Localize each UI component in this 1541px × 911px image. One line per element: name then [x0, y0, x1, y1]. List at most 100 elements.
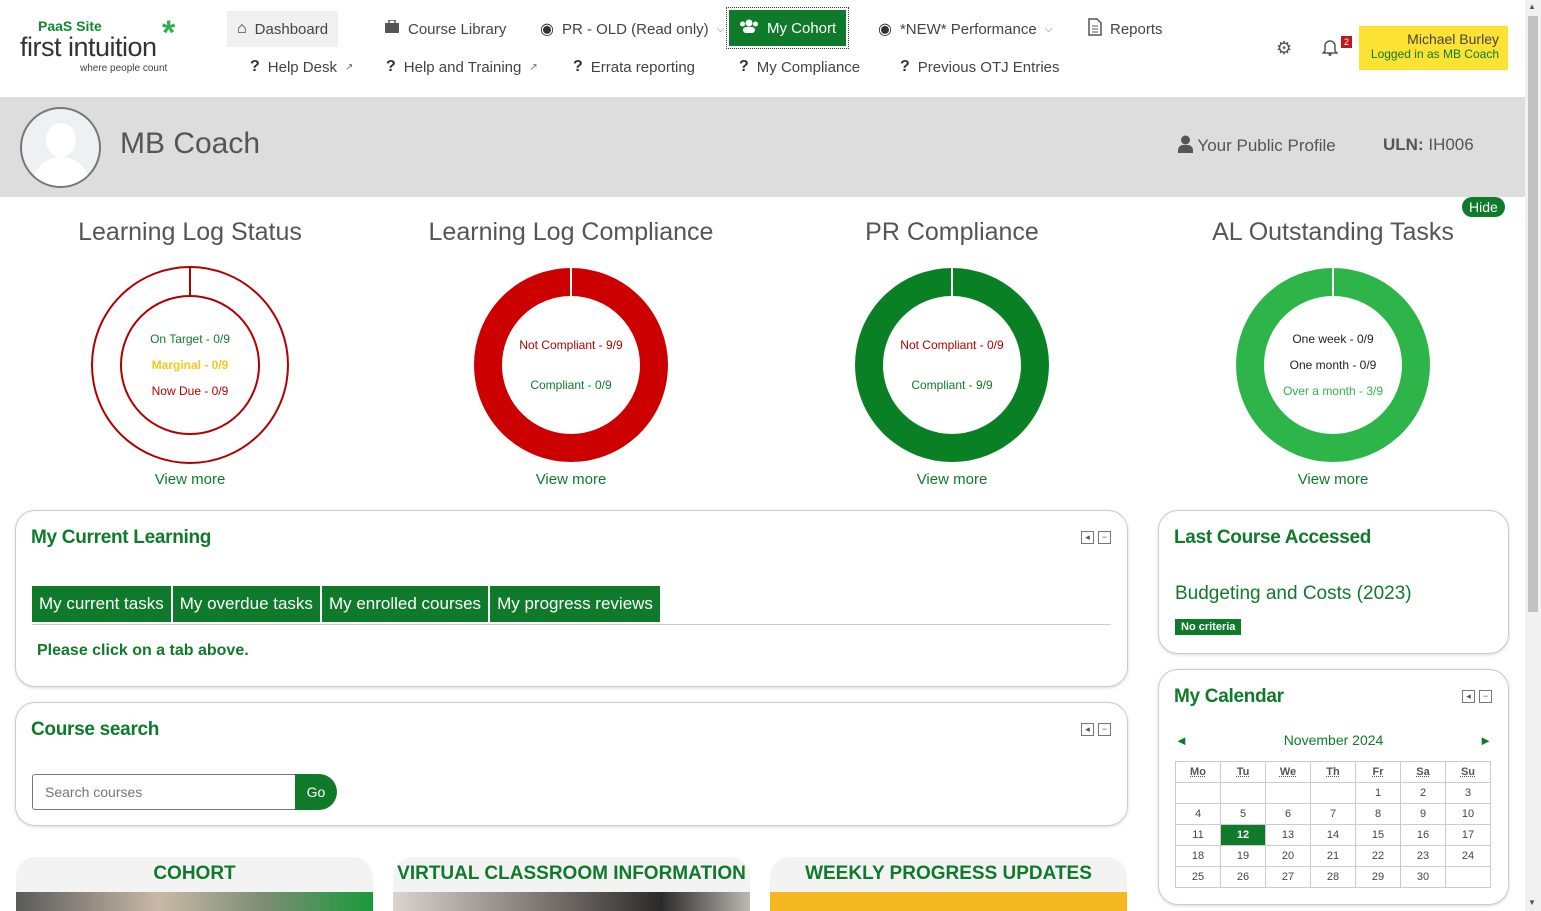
calendar-day[interactable]: 29 [1355, 866, 1401, 888]
calendar-day[interactable]: 10 [1445, 803, 1491, 825]
calendar-day[interactable]: 7 [1310, 803, 1356, 825]
calendar-day[interactable]: 19 [1220, 845, 1266, 867]
tab-current-tasks[interactable]: My current tasks [32, 586, 171, 622]
calendar-day[interactable]: 1 [1355, 782, 1401, 804]
donut-label: Compliant - 0/9 [530, 378, 612, 392]
nav-previous-otj[interactable]: ? Previous OTJ Entries [890, 49, 1070, 85]
calendar-day[interactable]: 22 [1355, 845, 1401, 867]
uln-label: ULN: [1383, 135, 1424, 154]
tile-virtual-classroom[interactable]: VIRTUAL CLASSROOM INFORMATION [393, 857, 750, 911]
calendar-day[interactable]: 5 [1220, 803, 1266, 825]
scroll-up-icon[interactable]: ▲ [1528, 2, 1536, 11]
calendar-day[interactable]: 14 [1310, 824, 1356, 846]
calendar-day[interactable]: 4 [1175, 803, 1221, 825]
prev-month-icon[interactable]: ◄ [1175, 733, 1188, 748]
calendar-day[interactable]: 27 [1265, 866, 1311, 888]
nav-help-training[interactable]: ? Help and Training ↗ [376, 49, 548, 85]
user-menu[interactable]: Michael Burley Logged in as MB Coach [1359, 26, 1508, 70]
donut-title: AL Outstanding Tasks [1212, 218, 1454, 246]
donut-chart: Not Compliant - 0/9 Compliant - 9/9 [852, 265, 1052, 465]
calendar-day[interactable]: 20 [1265, 845, 1311, 867]
scrollbar[interactable]: ▲ ▼ [1525, 0, 1541, 911]
tile-cohort[interactable]: COHORT [16, 857, 373, 911]
calendar-day[interactable]: 25 [1175, 866, 1221, 888]
calendar-day[interactable]: 15 [1355, 824, 1401, 846]
collapse-icon[interactable]: − [1098, 723, 1111, 736]
donut-label: Marginal - 0/9 [151, 358, 229, 372]
last-course-card: Last Course Accessed Budgeting and Costs… [1158, 510, 1509, 654]
calendar-day[interactable]: 16 [1400, 824, 1446, 846]
tab-enrolled-courses[interactable]: My enrolled courses [321, 586, 489, 622]
calendar-day [1445, 866, 1491, 888]
calendar-day[interactable]: 8 [1355, 803, 1401, 825]
dock-icon[interactable]: ◂ [1081, 723, 1094, 736]
calendar-day[interactable]: 13 [1265, 824, 1311, 846]
last-course-link[interactable]: Budgeting and Costs (2023) [1175, 583, 1412, 605]
calendar-day[interactable]: 23 [1400, 845, 1446, 867]
tab-progress-reviews[interactable]: My progress reviews [490, 586, 660, 622]
nav-label: Course Library [408, 20, 507, 38]
nav-reports[interactable]: Reports [1078, 11, 1173, 47]
nav-new-performance[interactable]: ◉ *NEW* Performance ⌵ [868, 11, 1062, 47]
calendar-day[interactable]: 9 [1400, 803, 1446, 825]
calendar-day[interactable]: 24 [1445, 845, 1491, 867]
calendar-card: My Calendar ◂ − ◄ November 2024 ► Mo Tu … [1158, 669, 1509, 905]
view-more-link[interactable]: View more [381, 471, 761, 488]
weekday-header: We [1265, 761, 1311, 783]
user-name: Michael Burley [1407, 31, 1499, 47]
donut-learning-log-status: Learning Log Status On Target - 0/9 Marg… [0, 218, 380, 488]
calendar-day[interactable]: 6 [1265, 803, 1311, 825]
nav-my-compliance[interactable]: ? My Compliance [729, 49, 870, 85]
donut-learning-log-compliance: Learning Log Compliance Not Compliant - … [381, 218, 761, 488]
question-icon: ? [739, 58, 749, 75]
calendar-day[interactable]: 3 [1445, 782, 1491, 804]
donut-title: PR Compliance [865, 218, 1039, 246]
view-more-link[interactable]: View more [762, 471, 1142, 488]
bell-icon[interactable] [1321, 38, 1339, 61]
calendar-day[interactable]: 11 [1175, 824, 1221, 846]
question-icon: ? [900, 58, 910, 75]
nav-course-library[interactable]: Course Library [374, 11, 516, 47]
document-icon [1088, 17, 1102, 41]
chevron-down-icon: ⌵ [716, 23, 725, 35]
nav-my-cohort[interactable]: My Cohort [725, 7, 850, 49]
calendar-day[interactable]: 30 [1400, 866, 1446, 888]
card-title: My Calendar [1174, 686, 1284, 707]
current-learning-card: My Current Learning ◂ − My current tasks… [15, 510, 1128, 687]
site-logo[interactable]: PaaS Site first intuition where people c… [20, 14, 190, 78]
notification-count: 2 [1341, 36, 1353, 48]
dock-icon[interactable]: ◂ [1081, 531, 1094, 544]
calendar-week: 25 26 27 28 29 30 [1175, 866, 1491, 888]
tab-overdue-tasks[interactable]: My overdue tasks [172, 586, 320, 622]
nav-errata[interactable]: ? Errata reporting [563, 49, 705, 85]
dock-icon[interactable]: ◂ [1462, 690, 1475, 703]
calendar-day[interactable]: 17 [1445, 824, 1491, 846]
collapse-icon[interactable]: − [1098, 531, 1111, 544]
public-profile-link[interactable]: Your Public Profile [1178, 135, 1336, 156]
nav-dashboard[interactable]: ⌂ Dashboard [227, 11, 339, 47]
calendar-day[interactable]: 26 [1220, 866, 1266, 888]
go-button[interactable]: Go [295, 774, 337, 810]
scroll-down-icon[interactable]: ▼ [1528, 898, 1536, 907]
scroll-thumb[interactable] [1528, 16, 1538, 612]
search-input[interactable] [32, 774, 296, 810]
profile-name: MB Coach [120, 127, 261, 160]
users-icon [739, 19, 759, 38]
calendar-day[interactable]: 18 [1175, 845, 1221, 867]
nav-label: My Compliance [756, 58, 861, 76]
next-month-icon[interactable]: ► [1479, 733, 1492, 748]
nav-help-desk[interactable]: ? Help Desk ↗ [240, 49, 363, 85]
collapse-icon[interactable]: − [1479, 690, 1492, 703]
view-more-link[interactable]: View more [0, 471, 380, 488]
calendar-day[interactable]: 28 [1310, 866, 1356, 888]
calendar-day[interactable]: 21 [1310, 845, 1356, 867]
hide-button[interactable]: Hide [1462, 197, 1505, 217]
nav-pr-old[interactable]: ◉ PR - OLD (Read only) ⌵ [530, 11, 734, 47]
tile-title: COHORT [153, 863, 236, 884]
calendar-day[interactable]: 2 [1400, 782, 1446, 804]
view-more-link[interactable]: View more [1143, 471, 1523, 488]
briefcase-icon [384, 18, 400, 39]
calendar-day[interactable]: 12 [1220, 824, 1266, 846]
tile-weekly-progress[interactable]: WEEKLY PROGRESS UPDATES [770, 857, 1127, 911]
gear-icon[interactable]: ⚙ [1276, 38, 1292, 59]
